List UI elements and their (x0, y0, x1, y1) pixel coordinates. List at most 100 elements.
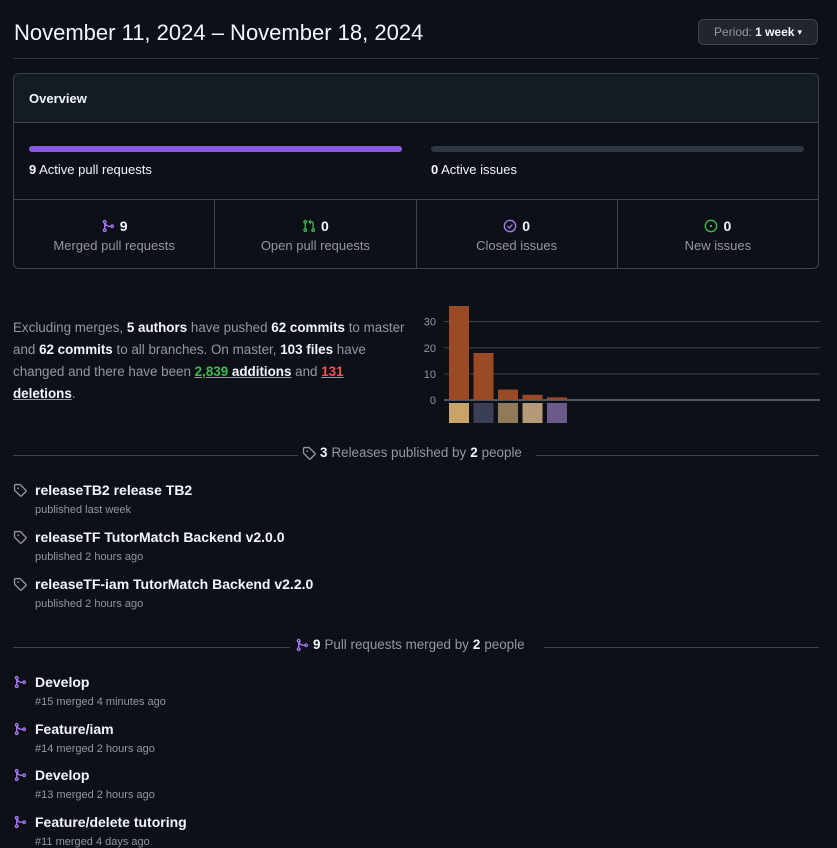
releases-count: 3 (320, 445, 328, 460)
stat-merged-prs[interactable]: 9 Merged pull requests (14, 200, 216, 268)
issue-closed-icon (503, 219, 517, 233)
merge-icon (14, 768, 27, 782)
commits-all-count: 62 commits (39, 342, 113, 357)
overview-header: Overview (14, 74, 818, 123)
active-issues-text: Active issues (441, 162, 518, 177)
pull-request-meta: #13 merged 2 hours ago (35, 789, 155, 801)
summary-text: have pushed (187, 320, 272, 335)
stat-closed-issues[interactable]: 0 Closed issues (417, 200, 618, 268)
commit-bar[interactable] (473, 353, 494, 400)
prs-divider-left (13, 647, 290, 648)
pull-request-title-link[interactable]: Develop (35, 767, 89, 783)
tag-icon (13, 530, 27, 544)
active-issues-label[interactable]: 0 Active issues (431, 162, 517, 177)
pull-request-title-link[interactable]: Feature/iam (35, 721, 114, 737)
commits-master-count: 62 commits (271, 320, 345, 335)
active-prs-bar (29, 146, 402, 152)
summary-text: to all branches. On master, (112, 342, 281, 357)
merge-icon (296, 638, 309, 651)
header-divider (13, 58, 819, 59)
active-prs-label[interactable]: 9 Active pull requests (29, 162, 152, 177)
release-title-link[interactable]: releaseTF-iam TutorMatch Backend v2.2.0 (35, 576, 313, 592)
caret-down-icon: ▾ (797, 26, 802, 37)
merge-icon (14, 675, 27, 689)
pull-request-title-link[interactable]: Feature/delete tutoring (35, 814, 187, 830)
merge-icon (14, 722, 27, 736)
release-meta: published 2 hours ago (35, 598, 144, 610)
merge-icon (14, 815, 27, 829)
prs-divider-label: 9 Pull requests merged by 2 people (295, 637, 525, 652)
pull-request-meta: #15 merged 4 minutes ago (35, 696, 166, 708)
prs-text: Pull requests merged by (324, 637, 469, 652)
stat-label: Open pull requests (260, 238, 370, 253)
commit-bar[interactable] (449, 306, 469, 400)
stat-count: 0 (522, 218, 531, 234)
prs-divider-right (544, 647, 819, 648)
pull-request-icon (303, 219, 316, 233)
active-prs-text: Active pull requests (39, 162, 152, 177)
author-avatar[interactable] (522, 403, 543, 423)
additions-count: 2,839 (194, 364, 229, 379)
tag-icon (13, 577, 27, 591)
active-prs-bar-fill (29, 146, 402, 152)
stat-new-issues[interactable]: 0 New issues (618, 200, 818, 268)
additions-word: additions (231, 364, 292, 379)
author-avatar[interactable] (473, 403, 494, 423)
period-button[interactable]: Period: 1 week ▾ (698, 19, 818, 45)
author-avatar[interactable] (449, 403, 469, 423)
y-tick-label: 30 (424, 317, 436, 329)
pull-request-meta: #14 merged 2 hours ago (35, 743, 155, 755)
period-prefix: Period: (714, 25, 753, 39)
active-prs-count: 9 (29, 162, 37, 177)
commit-summary: Excluding merges, 5 authors have pushed … (13, 317, 408, 405)
active-issues-bar (431, 146, 804, 152)
release-title-link[interactable]: releaseTB2 release TB2 (35, 482, 192, 498)
author-avatar[interactable] (498, 403, 518, 423)
stat-label: Closed issues (476, 238, 558, 253)
release-meta: published 2 hours ago (35, 551, 144, 563)
prs-count: 9 (313, 637, 321, 652)
summary-text: Excluding merges, (13, 320, 127, 335)
stat-label: New issues (684, 238, 752, 253)
tag-icon (13, 483, 27, 497)
prs-text2: people (484, 637, 525, 652)
overview-heading: Overview (29, 91, 87, 106)
commit-bar[interactable] (498, 389, 518, 400)
prs-people: 2 (472, 637, 481, 652)
commit-bar[interactable] (522, 394, 543, 400)
stat-label: Merged pull requests (53, 238, 175, 253)
issue-opened-icon (705, 219, 718, 233)
files-count: 103 files (280, 342, 334, 357)
commits-by-author-chart: 0 10 20 30 (424, 306, 820, 423)
period-value: 1 week (755, 25, 795, 39)
additions-link[interactable]: 2,839 additions (195, 364, 292, 379)
commit-bar[interactable] (547, 397, 567, 400)
stat-count: 0 (320, 218, 329, 234)
merge-icon (102, 219, 114, 233)
releases-text2: people (481, 445, 522, 460)
releases-text: Releases published by (331, 445, 467, 460)
deletions-word: deletions (13, 386, 72, 401)
overview-panel: Overview 9 Active pull requests 0 Active… (13, 73, 819, 269)
summary-text: and (291, 364, 322, 379)
stat-count: 9 (119, 218, 128, 234)
author-avatar[interactable] (547, 403, 567, 423)
y-tick-label: 10 (424, 369, 436, 381)
deletions-count: 131 (321, 364, 344, 379)
pull-request-meta: #11 merged 4 days ago (35, 836, 150, 848)
stat-open-prs[interactable]: 0 Open pull requests (215, 200, 417, 268)
authors-count: 5 authors (126, 320, 188, 335)
release-title-link[interactable]: releaseTF TutorMatch Backend v2.0.0 (35, 529, 285, 545)
releases-divider-left (13, 455, 298, 456)
page-title: November 11, 2024 – November 18, 2024 (14, 20, 424, 45)
releases-divider-label: 3 Releases published by 2 people (302, 445, 522, 460)
y-tick-label: 20 (424, 343, 436, 355)
tag-icon (302, 446, 316, 460)
overview-stats: 9 Merged pull requests 0 Open pull reque… (14, 199, 818, 268)
releases-people: 2 (470, 445, 478, 460)
y-tick-label: 0 (430, 395, 436, 407)
stat-count: 0 (723, 218, 732, 234)
pull-request-title-link[interactable]: Develop (35, 674, 89, 690)
active-issues-count: 0 (431, 162, 439, 177)
release-meta: published last week (35, 504, 132, 516)
